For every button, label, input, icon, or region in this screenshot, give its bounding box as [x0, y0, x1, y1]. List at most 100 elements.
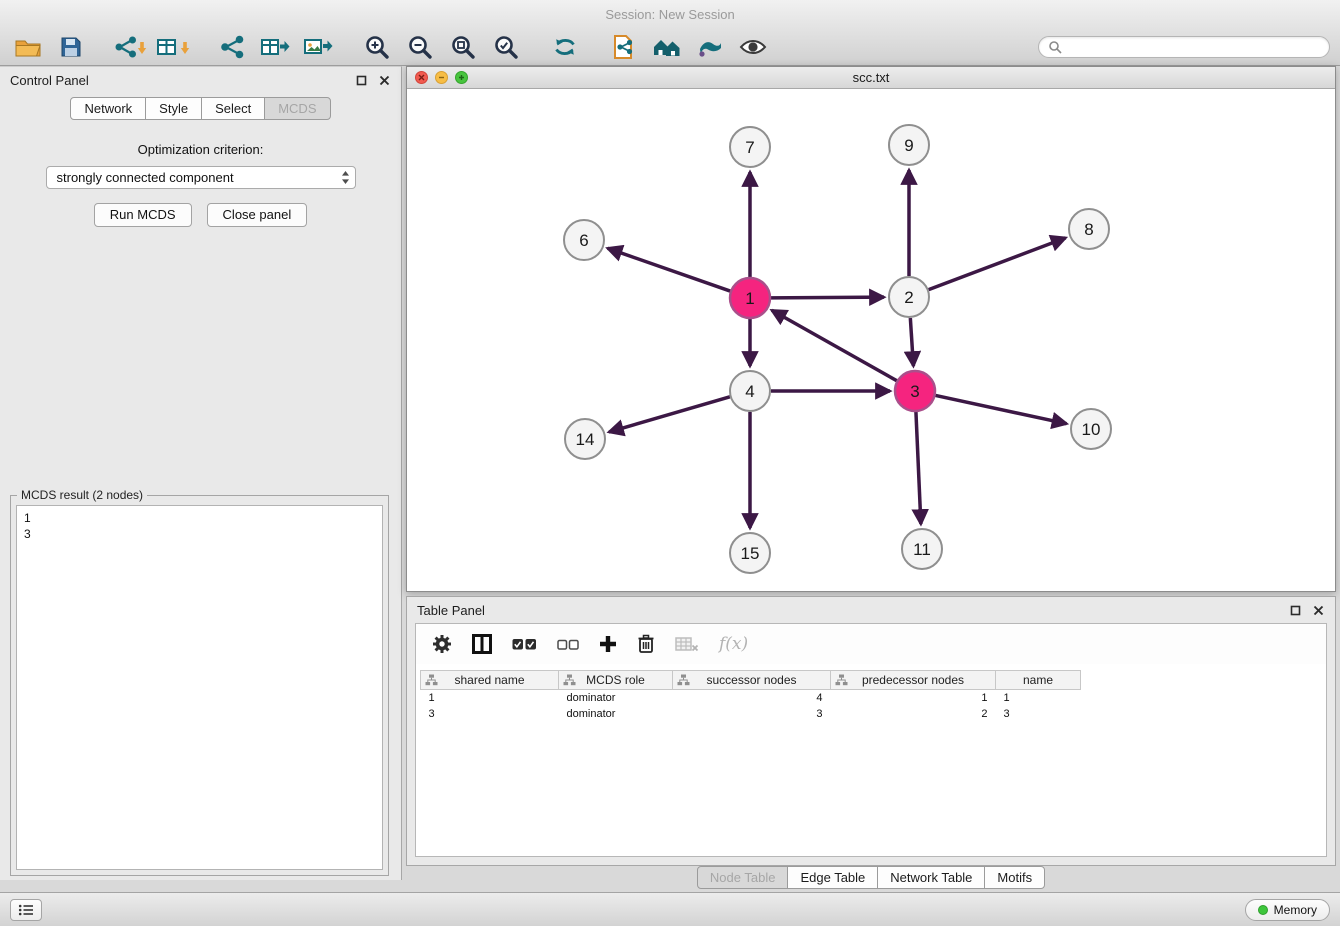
toolbar-search[interactable]: [1038, 36, 1330, 58]
function-builder-button: f(x): [719, 634, 748, 654]
graph-node-14[interactable]: 14: [565, 419, 605, 459]
disabled-grid-icon: [675, 636, 699, 652]
refresh-view-button[interactable]: [547, 31, 583, 63]
graph-node-8[interactable]: 8: [1069, 209, 1109, 249]
close-panel-action-button[interactable]: Close panel: [207, 203, 308, 227]
close-icon: [379, 75, 390, 86]
float-panel-button[interactable]: [354, 73, 368, 87]
table-panel: Table Panel: [406, 596, 1336, 866]
graph-node-6[interactable]: 6: [564, 220, 604, 260]
import-network-button[interactable]: [112, 31, 148, 63]
network-canvas[interactable]: 7 9 6 8 1 2 4 3 14 10 15 11: [407, 89, 1335, 591]
tab-select[interactable]: Select: [201, 97, 265, 120]
graph-node-3[interactable]: 3: [895, 371, 935, 411]
edge-3-1[interactable]: [772, 310, 897, 380]
memory-button[interactable]: Memory: [1245, 899, 1330, 921]
mcds-result-box[interactable]: 1 3: [16, 505, 383, 870]
new-table-button[interactable]: [257, 31, 293, 63]
search-icon: [1048, 40, 1062, 54]
graph-node-1[interactable]: 1: [730, 278, 770, 318]
criterion-dropdown[interactable]: strongly connected component: [46, 166, 356, 189]
float-table-panel-button[interactable]: [1288, 603, 1302, 617]
import-table-button[interactable]: [155, 31, 191, 63]
column-header-shared-name[interactable]: shared name: [421, 671, 559, 690]
edge-2-3[interactable]: [910, 318, 913, 366]
graph-node-15[interactable]: 15: [730, 533, 770, 573]
column-header-successor-nodes[interactable]: successor nodes: [673, 671, 831, 690]
tab-motifs[interactable]: Motifs: [984, 866, 1045, 889]
zoom-selected-button[interactable]: [488, 31, 524, 63]
float-icon: [1290, 605, 1301, 616]
graph-node-2[interactable]: 2: [889, 277, 929, 317]
refresh-icon: [552, 35, 578, 59]
table-row[interactable]: 1 dominator 4 1 1: [421, 690, 1081, 706]
import-network-icon: [113, 35, 147, 59]
tab-network[interactable]: Network: [70, 97, 146, 120]
maximize-window-button[interactable]: [455, 71, 468, 84]
close-table-panel-button[interactable]: [1311, 603, 1325, 617]
column-type-icon: [835, 674, 848, 686]
edge-2-8[interactable]: [929, 238, 1066, 290]
table-row[interactable]: 3 dominator 3 2 3: [421, 706, 1081, 722]
mcds-result-line: 1: [24, 510, 375, 526]
node-label: 9: [904, 136, 913, 155]
network-from-selection-button[interactable]: [606, 31, 642, 63]
houses-icon: [652, 35, 682, 59]
close-window-button[interactable]: [415, 71, 428, 84]
select-all-columns-button[interactable]: [512, 637, 537, 652]
node-label: 4: [745, 382, 754, 401]
edge-3-10[interactable]: [936, 395, 1067, 423]
zoom-fit-button[interactable]: [445, 31, 481, 63]
zoom-selected-icon: [493, 34, 519, 60]
new-network-button[interactable]: [214, 31, 250, 63]
tab-edge-table[interactable]: Edge Table: [787, 866, 878, 889]
edge-3-11[interactable]: [916, 412, 921, 524]
edge-4-14[interactable]: [609, 397, 730, 432]
export-image-icon: [303, 35, 333, 59]
edge-1-2[interactable]: [771, 297, 884, 298]
import-table-icon: [156, 35, 190, 59]
network-window-title: scc.txt: [407, 70, 1335, 85]
eye-icon: [739, 36, 767, 58]
node-label: 2: [904, 288, 913, 307]
control-panel-title: Control Panel: [10, 73, 89, 88]
show-columns-button[interactable]: [472, 634, 492, 654]
delete-column-button[interactable]: [637, 634, 655, 654]
add-column-button[interactable]: [599, 635, 617, 653]
first-neighbors-button[interactable]: [649, 31, 685, 63]
mcds-result-line: 3: [24, 526, 375, 542]
task-history-button[interactable]: [10, 899, 42, 921]
show-graphics-details-button[interactable]: [735, 31, 771, 63]
column-header-predecessor-nodes[interactable]: predecessor nodes: [831, 671, 996, 690]
column-header-mcds-role[interactable]: MCDS role: [559, 671, 673, 690]
deselect-all-columns-button[interactable]: [557, 638, 579, 651]
tab-style[interactable]: Style: [145, 97, 202, 120]
zoom-in-button[interactable]: [359, 31, 395, 63]
minimize-window-button[interactable]: [435, 71, 448, 84]
clear-table-button: [675, 636, 699, 652]
tab-mcds[interactable]: MCDS: [264, 97, 330, 120]
graph-node-10[interactable]: 10: [1071, 409, 1111, 449]
zoom-out-button[interactable]: [402, 31, 438, 63]
column-header-name[interactable]: name: [996, 671, 1081, 690]
memory-status-dot: [1258, 905, 1268, 915]
table-settings-button[interactable]: [432, 634, 452, 654]
graph-node-11[interactable]: 11: [902, 529, 942, 569]
status-bar: Memory: [0, 892, 1340, 926]
graph-node-7[interactable]: 7: [730, 127, 770, 167]
graph-node-9[interactable]: 9: [889, 125, 929, 165]
criterion-value: strongly connected component: [57, 170, 234, 185]
run-mcds-button[interactable]: Run MCDS: [94, 203, 192, 227]
open-session-button[interactable]: [10, 31, 46, 63]
tab-network-table[interactable]: Network Table: [877, 866, 985, 889]
close-panel-button[interactable]: [377, 73, 391, 87]
save-session-button[interactable]: [53, 31, 89, 63]
export-image-button[interactable]: [300, 31, 336, 63]
search-input[interactable]: [1067, 40, 1320, 54]
graph-node-4[interactable]: 4: [730, 371, 770, 411]
tab-node-table[interactable]: Node Table: [697, 866, 789, 889]
document-network-icon: [611, 34, 637, 60]
control-panel: Control Panel Network Style Select MCDS …: [0, 66, 402, 880]
edge-1-6[interactable]: [608, 248, 731, 291]
apply-style-button[interactable]: [692, 31, 728, 63]
